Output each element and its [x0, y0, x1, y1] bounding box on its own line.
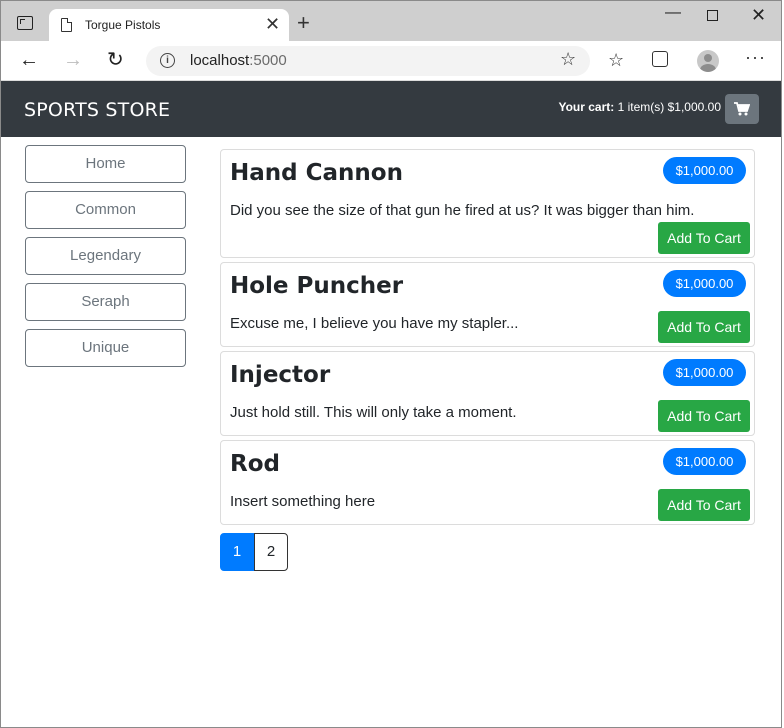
tab-bar: Torgue Pistols ✕ + — ✕	[1, 1, 781, 41]
url-port: :5000	[249, 52, 287, 69]
product-description: Just hold still. This will only take a m…	[230, 404, 517, 421]
category-common-button[interactable]: Common	[25, 191, 186, 229]
shopping-cart-icon	[734, 102, 750, 116]
tab-close-icon[interactable]: ✕	[265, 14, 280, 34]
page-2-button[interactable]: 2	[254, 533, 288, 571]
new-tab-icon[interactable]: +	[297, 12, 310, 34]
product-description: Did you see the size of that gun he fire…	[230, 202, 695, 219]
cart-summary: Your cart: 1 item(s) $1,000.00	[558, 100, 721, 114]
product-card: Hole Puncher $1,000.00 Excuse me, I beli…	[220, 262, 755, 347]
url-host: localhost	[190, 52, 250, 69]
address-bar[interactable]: i localhost:5000 ☆	[146, 46, 590, 76]
product-name: Rod	[230, 451, 280, 477]
add-to-cart-button[interactable]: Add To Cart	[658, 400, 750, 432]
category-legendary-button[interactable]: Legendary	[25, 237, 186, 275]
product-card: Injector $1,000.00 Just hold still. This…	[220, 351, 755, 436]
maximize-icon[interactable]	[707, 10, 718, 21]
profile-avatar[interactable]	[697, 50, 719, 72]
category-seraph-button[interactable]: Seraph	[25, 283, 186, 321]
back-icon[interactable]: ←	[19, 49, 39, 71]
price-badge: $1,000.00	[663, 270, 746, 297]
product-card: Rod $1,000.00 Insert something here Add …	[220, 440, 755, 525]
add-to-cart-button[interactable]: Add To Cart	[658, 489, 750, 521]
browser-window: Torgue Pistols ✕ + — ✕ ← → ↻ i localhost…	[0, 0, 782, 728]
tab-actions-icon[interactable]	[17, 16, 33, 30]
reload-icon[interactable]: ↻	[107, 49, 124, 71]
cart-button[interactable]	[725, 94, 759, 124]
tab-title: Torgue Pistols	[85, 18, 161, 32]
tab-active[interactable]: Torgue Pistols ✕	[49, 9, 289, 41]
cart-label: Your cart:	[558, 100, 615, 114]
more-menu-icon[interactable]: ···	[745, 47, 766, 67]
product-description: Insert something here	[230, 493, 376, 510]
price-badge: $1,000.00	[663, 448, 746, 475]
brand-title[interactable]: SPORTS STORE	[24, 99, 170, 121]
site-navbar: SPORTS STORE Your cart: 1 item(s) $1,000…	[1, 81, 781, 137]
price-badge: $1,000.00	[663, 157, 746, 184]
add-to-cart-button[interactable]: Add To Cart	[658, 311, 750, 343]
product-name: Hole Puncher	[230, 273, 404, 299]
price-badge: $1,000.00	[663, 359, 746, 386]
cart-details: 1 item(s) $1,000.00	[617, 100, 721, 114]
window-close-icon[interactable]: ✕	[751, 5, 766, 25]
product-description: Excuse me, I believe you have my stapler…	[230, 315, 519, 332]
product-card: Hand Cannon $1,000.00 Did you see the si…	[220, 149, 755, 258]
product-name: Injector	[230, 362, 331, 388]
info-icon[interactable]: i	[160, 53, 175, 68]
address-bar-row: ← → ↻ i localhost:5000 ☆ ☆ ···	[1, 41, 781, 81]
forward-icon[interactable]: →	[63, 49, 83, 71]
category-home-button[interactable]: Home	[25, 145, 186, 183]
product-name: Hand Cannon	[230, 160, 403, 186]
page-icon	[61, 18, 72, 32]
favorites-icon[interactable]: ☆	[608, 50, 624, 70]
add-to-cart-button[interactable]: Add To Cart	[658, 222, 750, 254]
url-text[interactable]: localhost:5000	[190, 52, 287, 69]
collections-icon[interactable]	[652, 51, 668, 67]
category-unique-button[interactable]: Unique	[25, 329, 186, 367]
minimize-icon[interactable]: —	[665, 3, 681, 23]
add-favorite-icon[interactable]: ☆	[560, 49, 576, 70]
page-1-button[interactable]: 1	[220, 533, 254, 571]
